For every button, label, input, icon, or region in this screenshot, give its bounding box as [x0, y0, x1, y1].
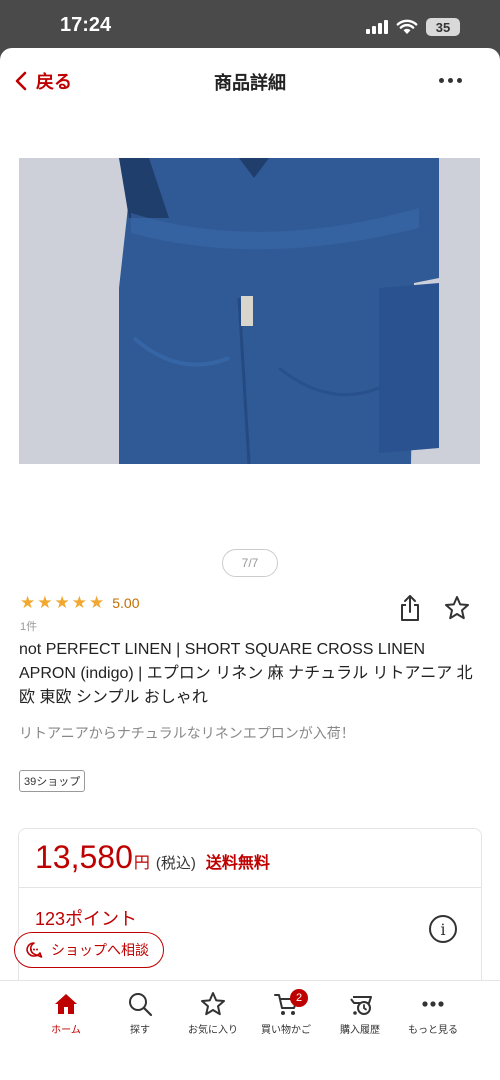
chat-icon [26, 942, 43, 958]
catch-copy: リトアニアからナチュラルなリネンエプロンが入荷！ [19, 725, 355, 741]
product-name: not PERFECT LINEN | SHORT SQUARE CROSS L… [19, 641, 473, 706]
star-icon: ★ [71, 593, 87, 612]
price-amount: 13,580 [35, 839, 133, 875]
tab-cart[interactable]: 2 買い物かご [246, 989, 326, 1036]
share-icon[interactable] [398, 594, 422, 622]
signal-icon [366, 20, 388, 34]
navigation-bar: 戻る 商品詳細 [0, 48, 500, 112]
star-icon [201, 992, 225, 1016]
points: 123ポイント [35, 909, 138, 929]
consult-label: ショップへ相談 [51, 942, 149, 958]
tab-label: 購入履歴 [340, 1025, 380, 1036]
star-icon: ★ [89, 593, 105, 612]
history-icon [350, 996, 372, 1015]
tab-label: もっと見る [408, 1025, 458, 1036]
tab-search[interactable]: 探す [100, 991, 180, 1036]
tab-bar: ホーム 探す お気に入り 2 買い物かご 購入履歴 もっと見る [0, 980, 500, 1080]
tab-favorites[interactable]: お気に入り [173, 991, 253, 1036]
info-icon[interactable]: i [429, 915, 457, 943]
status-bar: 17:24 35 [0, 0, 500, 48]
star-icon: ★ [20, 593, 36, 612]
tab-label: 買い物かご [261, 1025, 311, 1036]
tab-purchase-history[interactable]: 購入履歴 [320, 991, 400, 1036]
review-count[interactable]: 1件 [20, 618, 37, 634]
favorite-star-icon[interactable] [444, 595, 470, 621]
tab-label: お気に入り [188, 1025, 238, 1036]
tab-more[interactable]: もっと見る [393, 991, 473, 1036]
product-image[interactable] [19, 158, 480, 464]
shop-badge: 39ショップ [19, 770, 86, 792]
star-icon: ★ [54, 593, 70, 612]
apron-photo [19, 158, 480, 464]
status-icons: 35 [366, 18, 460, 36]
star-icon: ★ [37, 593, 53, 612]
shop-consult-button[interactable]: ショップへ相談 [14, 932, 164, 968]
price-row: 13,580 円 (税込) 送料無料 [35, 839, 270, 876]
shipping-label: 送料無料 [205, 855, 270, 872]
price-currency: 円 [133, 855, 150, 872]
more-options-button[interactable] [439, 78, 462, 83]
rating-score: 5.00 [112, 594, 140, 611]
tab-home[interactable]: ホーム [26, 991, 106, 1036]
cart-count-badge: 2 [290, 989, 308, 1007]
status-time: 17:24 [60, 14, 112, 36]
tab-label: 探す [130, 1025, 150, 1036]
rating[interactable]: ★ ★ ★ ★ ★ 5.00 [20, 594, 140, 611]
page-title: 商品詳細 [214, 73, 286, 93]
more-icon [422, 1001, 444, 1007]
image-pager: 7/7 [222, 549, 278, 577]
wifi-icon [396, 19, 418, 34]
home-icon [55, 994, 77, 1014]
divider [19, 887, 481, 888]
search-icon [129, 993, 153, 1017]
tab-label: ホーム [51, 1025, 81, 1036]
tax-label: (税込) [155, 855, 196, 872]
product-detail-sheet: 戻る 商品詳細 7/7 ★ ★ ★ ★ ★ 5.00 1件 not PERFEC… [0, 48, 500, 1080]
battery-icon: 35 [426, 18, 460, 36]
